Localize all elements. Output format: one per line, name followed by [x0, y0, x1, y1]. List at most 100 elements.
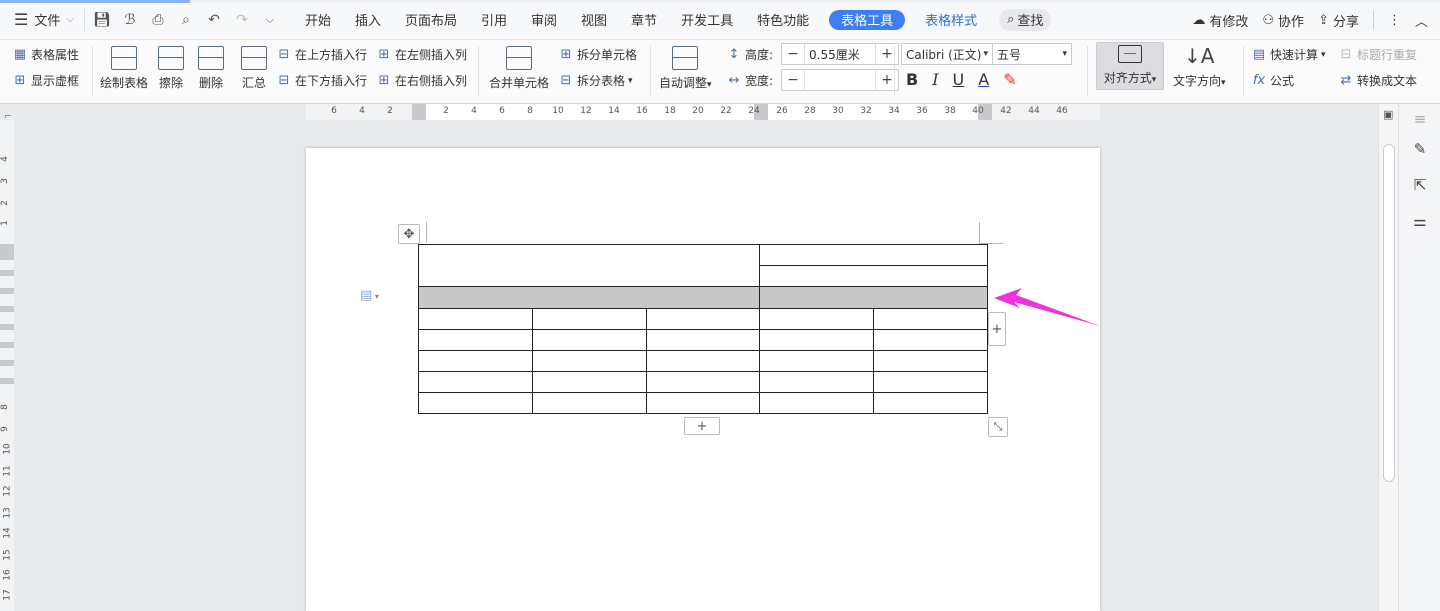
draw-table-button[interactable]: 绘制表格: [100, 46, 148, 91]
unsaved-status[interactable]: ☁ 有修改: [1192, 11, 1248, 30]
decrement-width-button[interactable]: −: [782, 70, 804, 90]
table-cell[interactable]: [873, 329, 988, 351]
table-cell[interactable]: [646, 392, 760, 414]
font-name-select[interactable]: Calibri (正文) ▾: [901, 43, 993, 65]
tab-page-layout[interactable]: 页面布局: [393, 0, 469, 40]
repeat-header-button[interactable]: ⊟ 标题行重复: [1338, 46, 1417, 63]
summary-button[interactable]: 汇总: [241, 46, 267, 91]
split-table-button[interactable]: ⊟ 拆分表格 ▾: [558, 72, 633, 89]
tab-insert[interactable]: 插入: [343, 0, 393, 40]
table-cell[interactable]: [759, 329, 874, 351]
erase-button[interactable]: 擦除: [158, 46, 184, 91]
auto-fit-button[interactable]: 自动调整▾: [659, 46, 712, 91]
tab-references[interactable]: 引用: [469, 0, 519, 40]
tab-developer[interactable]: 开发工具: [669, 0, 745, 40]
table-cell[interactable]: [532, 392, 647, 414]
tab-review[interactable]: 审阅: [519, 0, 569, 40]
add-row-plus-icon[interactable]: +: [684, 417, 720, 435]
tab-view[interactable]: 视图: [569, 0, 619, 40]
table-cell[interactable]: [418, 350, 533, 372]
cursor-icon[interactable]: ⇱: [1409, 174, 1431, 196]
underline-button[interactable]: U: [953, 70, 965, 89]
file-menu[interactable]: ☰ 文件 ⌵: [0, 0, 84, 40]
table-cell[interactable]: [759, 244, 988, 266]
paragraph-icon[interactable]: ▤ ▾: [360, 288, 379, 303]
highlight-icon[interactable]: ✎: [1003, 70, 1016, 89]
convert-to-text-button[interactable]: ⇄ 转换成文本: [1338, 72, 1417, 89]
bold-button[interactable]: B: [906, 70, 918, 89]
table-properties-button[interactable]: ▦ 表格属性: [12, 46, 79, 63]
more-dropdown-icon[interactable]: ⌵: [259, 9, 281, 31]
table-cell[interactable]: [759, 350, 874, 372]
table-cell[interactable]: [646, 371, 760, 393]
quick-calc-button[interactable]: ▤ 快速计算 ▾: [1251, 46, 1326, 63]
table-cell[interactable]: [873, 350, 988, 372]
tab-section[interactable]: 章节: [619, 0, 669, 40]
collapse-ribbon-icon[interactable]: ︿: [1415, 11, 1428, 30]
table-cell[interactable]: [759, 371, 874, 393]
table-cell[interactable]: [532, 350, 647, 372]
collab-button[interactable]: ⚇ 协作: [1262, 11, 1304, 30]
undo-icon[interactable]: ↶: [203, 9, 225, 31]
formula-button[interactable]: fx 公式: [1251, 72, 1294, 89]
resize-icon[interactable]: ⤡: [988, 417, 1008, 437]
insert-col-right-button[interactable]: ⊞ 在右侧插入列: [376, 72, 467, 89]
table-cell[interactable]: [873, 308, 988, 330]
vertical-ruler[interactable]: 4 3 2 1 8 9 10 11 12 13 14 15 16 17: [0, 120, 14, 611]
col-width-stepper[interactable]: − +: [781, 69, 899, 91]
table-cell[interactable]: [646, 308, 760, 330]
width-input[interactable]: [804, 70, 876, 90]
horizontal-ruler[interactable]: 6 4 2 2 4 6 8 10 12 14 16 18 20 22 24 26…: [306, 104, 1100, 120]
show-gridlines-button[interactable]: ⊞ 显示虚框: [12, 72, 79, 89]
merge-cells-button[interactable]: 合并单元格: [489, 46, 549, 91]
page-nav-icon[interactable]: ▣: [1383, 108, 1393, 121]
ruler-left-margin[interactable]: [412, 104, 426, 120]
table-cell[interactable]: [532, 371, 647, 393]
table-cell[interactable]: [532, 308, 647, 330]
table-cell[interactable]: [646, 350, 760, 372]
table-cell[interactable]: [873, 371, 988, 393]
table-cell[interactable]: [532, 329, 647, 351]
table-cell[interactable]: [418, 392, 533, 414]
table-cell[interactable]: [418, 244, 760, 287]
table-cell[interactable]: [418, 329, 533, 351]
print-preview-icon[interactable]: ⌕: [175, 9, 197, 31]
settings-sliders-icon[interactable]: ⚌: [1409, 210, 1431, 232]
table-cell[interactable]: [759, 265, 988, 287]
italic-button[interactable]: I: [932, 70, 938, 89]
tab-special[interactable]: 特色功能: [745, 0, 821, 40]
sidebar-menu-icon[interactable]: ≡: [1409, 108, 1431, 130]
decrement-height-button[interactable]: −: [782, 44, 804, 64]
insert-row-above-button[interactable]: ⊟ 在上方插入行: [276, 46, 367, 63]
height-input[interactable]: 0.55厘米: [804, 44, 876, 64]
tab-table-tools[interactable]: 表格工具: [829, 9, 906, 30]
table-cell[interactable]: [418, 371, 533, 393]
delete-button[interactable]: 删除: [198, 46, 224, 91]
format-painter-icon[interactable]: ℬ: [119, 9, 141, 31]
vertical-scrollbar[interactable]: ▣: [1378, 104, 1398, 611]
scrollbar-thumb[interactable]: [1383, 144, 1395, 482]
insert-row-below-button[interactable]: ⊟ 在下方插入行: [276, 72, 367, 89]
document-table[interactable]: [418, 244, 988, 414]
ruler-top-margin[interactable]: [0, 244, 14, 260]
share-button[interactable]: ⇪ 分享: [1318, 11, 1359, 30]
search-box[interactable]: ⌕ 查找: [999, 8, 1052, 31]
table-cell[interactable]: [418, 308, 533, 330]
table-cell[interactable]: [646, 329, 760, 351]
table-cell[interactable]: [418, 286, 760, 309]
text-direction-button[interactable]: ↓A 文字方向▾: [1173, 44, 1226, 89]
tab-home[interactable]: 开始: [293, 0, 343, 40]
split-cells-button[interactable]: ⊞ 拆分单元格: [558, 46, 637, 63]
more-options-icon[interactable]: ⋮: [1388, 13, 1401, 28]
font-color-button[interactable]: A: [978, 70, 989, 89]
redo-icon[interactable]: ↷: [231, 9, 253, 31]
font-size-select[interactable]: 五号 ▾: [992, 43, 1072, 65]
move-icon[interactable]: ✥: [398, 224, 420, 244]
table-cell[interactable]: [759, 308, 874, 330]
tab-table-style[interactable]: 表格样式: [913, 0, 989, 40]
save-icon[interactable]: 💾︎: [91, 9, 113, 31]
pen-icon[interactable]: ✎: [1409, 138, 1431, 160]
table-cell[interactable]: [873, 392, 988, 414]
table-cell[interactable]: [759, 392, 874, 414]
print-icon[interactable]: ⎙: [147, 9, 169, 31]
